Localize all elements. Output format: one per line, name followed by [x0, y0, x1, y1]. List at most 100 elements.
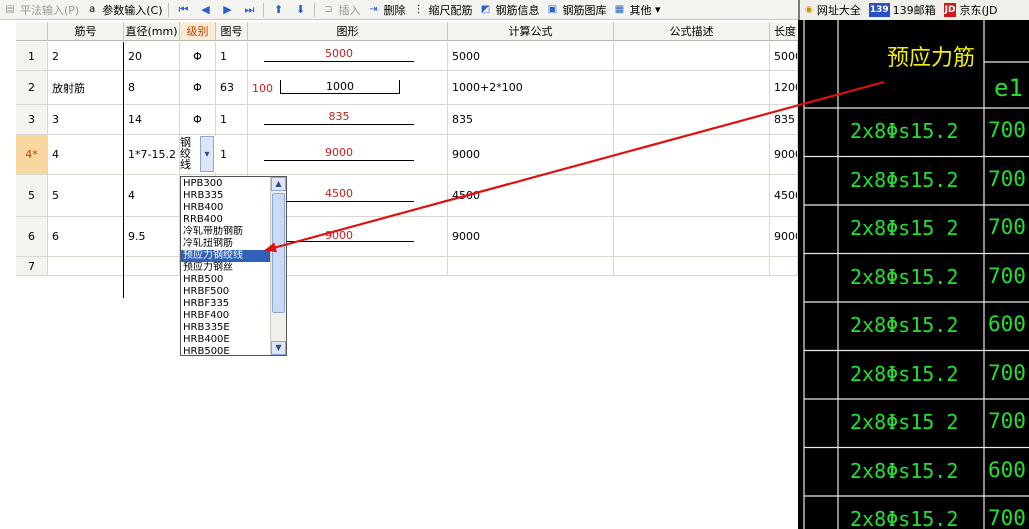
length-cell[interactable]: 9000 [770, 135, 798, 174]
grade-cell[interactable]: Φ [180, 42, 216, 70]
row-number[interactable]: 7 [16, 257, 48, 275]
shape-cell[interactable]: 5000 [248, 42, 448, 70]
diameter-cell[interactable]: 9.5 [124, 217, 180, 256]
figure-number-cell[interactable]: 1 [216, 105, 248, 134]
table-row[interactable]: 4* 4 1*7-15.2 1 9000 9000 9000 [16, 135, 798, 175]
scrollbar-thumb[interactable] [272, 193, 285, 313]
diameter-cell[interactable] [124, 257, 180, 275]
column-header-bar-number[interactable]: 筋号 [48, 22, 124, 41]
grade-combobox-value[interactable]: 钢绞线 [180, 136, 200, 172]
grade-option[interactable]: 预应力钢丝 [181, 262, 270, 274]
length-cell[interactable]: 9000 [770, 217, 798, 256]
formula-cell[interactable]: 9000 [448, 217, 614, 256]
rebar-library-button[interactable]: ▣ 钢筋图库 [542, 1, 609, 19]
figure-number-cell[interactable]: 1 [216, 42, 248, 70]
length-cell[interactable]: 835 [770, 105, 798, 134]
first-record-icon[interactable]: ⏮ [172, 1, 194, 19]
grade-option[interactable]: HRB400 [181, 202, 270, 214]
rebar-info-button[interactable]: ◩ 钢筋信息 [475, 1, 542, 19]
grade-option[interactable]: HRB335E [181, 322, 270, 334]
delete-button[interactable]: ⇥ 删除 [363, 1, 408, 19]
bar-number-cell[interactable]: 4 [48, 135, 124, 174]
column-header-formula-desc[interactable]: 公式描述 [614, 22, 770, 41]
bar-number-cell[interactable]: 2 [48, 42, 124, 70]
plain-input-button[interactable]: ▤ 平法输入(P) [0, 1, 82, 19]
formula-desc-cell[interactable] [614, 135, 770, 174]
formula-cell[interactable]: 1000+2*100 [448, 71, 614, 104]
formula-desc-cell[interactable] [614, 71, 770, 104]
grade-option[interactable]: 冷轧扭钢筋 [181, 238, 270, 250]
column-header-length[interactable]: 长度 [770, 22, 798, 41]
grade-dropdown-list[interactable]: HPB300 HRB335 HRB400 RRB400 冷轧带肋钢筋 冷轧扭钢筋… [180, 176, 287, 358]
formula-cell[interactable]: 9000 [448, 135, 614, 174]
grade-option[interactable]: HPB300 [181, 178, 270, 190]
grade-cell[interactable]: Φ [180, 71, 216, 104]
scale-rebar-button[interactable]: ⋮ 缩尺配筋 [408, 1, 475, 19]
other-menu-button[interactable]: ▦ 其他 ▾ [609, 1, 663, 19]
length-cell[interactable]: 5000 [770, 42, 798, 70]
grade-option[interactable]: HRB335 [181, 190, 270, 202]
bar-number-cell[interactable]: 6 [48, 217, 124, 256]
row-number[interactable]: 2 [16, 71, 48, 104]
grade-option[interactable]: HRB500 [181, 274, 270, 286]
grade-cell[interactable]: Φ [180, 105, 216, 134]
grade-option[interactable]: HRB500E [181, 346, 270, 358]
grade-option[interactable]: HRBF400 [181, 310, 270, 322]
table-row[interactable]: 2 放射筋 8 Φ 63 100 1000 1000+2*100 1200 [16, 71, 798, 105]
row-number[interactable]: 3 [16, 105, 48, 134]
column-header-figure-number[interactable]: 图号 [216, 22, 248, 41]
column-header-diameter[interactable]: 直径(mm) [124, 22, 180, 41]
formula-cell[interactable]: 5000 [448, 42, 614, 70]
bar-number-cell[interactable]: 5 [48, 175, 124, 216]
diameter-cell[interactable]: 1*7-15.2 [124, 135, 180, 174]
last-record-icon[interactable]: ⏭ [238, 1, 260, 19]
grade-option[interactable]: RRB400 [181, 214, 270, 226]
grade-option[interactable]: 冷轧带肋钢筋 [181, 226, 270, 238]
table-row[interactable]: 5 5 4 4500 4500 4500 [16, 175, 798, 217]
next-record-icon[interactable]: ▶ [216, 1, 238, 19]
grade-option[interactable]: HRBF335 [181, 298, 270, 310]
chevron-down-icon[interactable]: ▾ [200, 136, 214, 172]
formula-cell[interactable]: 835 [448, 105, 614, 134]
grade-combobox[interactable]: 钢绞线 ▾ [180, 136, 216, 172]
move-up-icon[interactable]: ⬆ [267, 1, 289, 19]
length-cell[interactable] [770, 257, 798, 275]
row-number[interactable]: 4* [16, 135, 48, 174]
table-row[interactable]: 7 [16, 257, 798, 276]
insert-button[interactable]: ⊐ 插入 [318, 1, 363, 19]
move-down-icon[interactable]: ⬇ [289, 1, 311, 19]
column-header-formula[interactable]: 计算公式 [448, 22, 614, 41]
table-row[interactable]: 6 6 9.5 9000 9000 9000 [16, 217, 798, 257]
formula-desc-cell[interactable] [614, 257, 770, 275]
length-cell[interactable]: 1200 [770, 71, 798, 104]
table-row[interactable]: 3 3 14 Φ 1 835 835 835 [16, 105, 798, 135]
formula-desc-cell[interactable] [614, 217, 770, 256]
grade-option[interactable]: HRB400E [181, 334, 270, 346]
formula-desc-cell[interactable] [614, 105, 770, 134]
grade-option[interactable]: HRBF500 [181, 286, 270, 298]
grade-option-selected[interactable]: 预应力钢绞线 [181, 250, 270, 262]
figure-number-cell[interactable]: 63 [216, 71, 248, 104]
param-input-button[interactable]: a 参数输入(C) [82, 1, 165, 19]
diameter-cell[interactable]: 8 [124, 71, 180, 104]
row-number[interactable]: 6 [16, 217, 48, 256]
formula-desc-cell[interactable] [614, 175, 770, 216]
length-cell[interactable]: 4500 [770, 175, 798, 216]
figure-number-cell[interactable]: 1 [216, 135, 248, 174]
scroll-up-icon[interactable]: ▲ [271, 177, 286, 191]
formula-cell[interactable] [448, 257, 614, 275]
shape-cell[interactable]: 100 1000 [248, 71, 448, 104]
grade-list-scrollbar[interactable]: ▲ ▼ [270, 177, 286, 355]
formula-cell[interactable]: 4500 [448, 175, 614, 216]
diameter-cell[interactable]: 14 [124, 105, 180, 134]
table-row[interactable]: 1 2 20 Φ 1 5000 5000 5000 [16, 42, 798, 71]
bar-number-cell[interactable] [48, 257, 124, 275]
diameter-cell[interactable]: 4 [124, 175, 180, 216]
shape-cell[interactable]: 9000 [248, 135, 448, 174]
scroll-down-icon[interactable]: ▼ [271, 341, 286, 355]
diameter-cell[interactable]: 20 [124, 42, 180, 70]
column-header-grade[interactable]: 级别 [180, 22, 216, 41]
shape-cell[interactable]: 835 [248, 105, 448, 134]
bar-number-cell[interactable]: 放射筋 [48, 71, 124, 104]
bar-number-cell[interactable]: 3 [48, 105, 124, 134]
